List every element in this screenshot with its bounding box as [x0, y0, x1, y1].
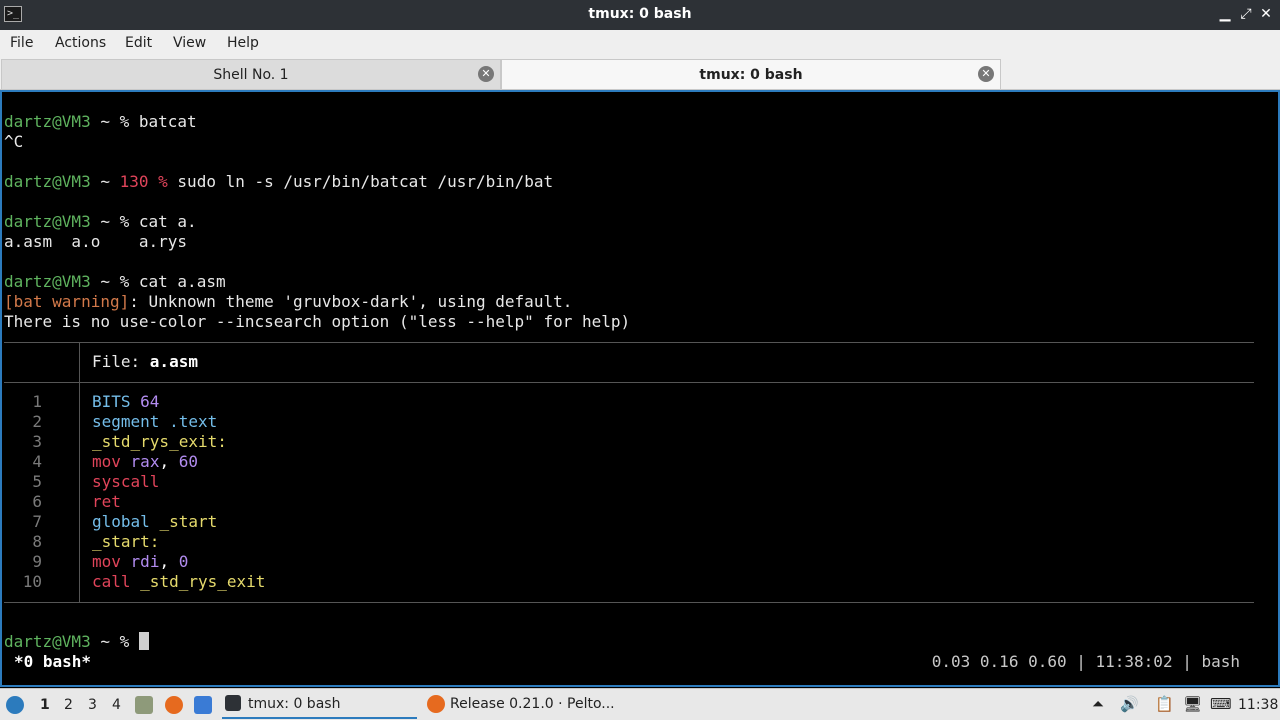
code-line: segment .text — [92, 412, 218, 431]
tray-up-icon[interactable]: ⏶ — [1092, 695, 1104, 713]
task-label: Release 0.21.0 · Pelto... — [450, 696, 615, 712]
tab-bar: Shell No. 1 ✕ tmux: 0 bash ✕ — [0, 58, 1280, 90]
bat-top-rule — [4, 342, 1254, 343]
tmux-window-status: *0 bash* — [14, 652, 92, 671]
line-number: 1 — [32, 392, 42, 411]
line-number: 9 — [32, 552, 42, 571]
menu-view[interactable]: View — [173, 35, 206, 51]
menu-help[interactable]: Help — [227, 35, 259, 51]
workspace-3[interactable]: 3 — [88, 697, 97, 713]
tab-close-icon[interactable]: ✕ — [978, 66, 994, 82]
workspace-1[interactable]: 1 — [40, 697, 50, 713]
workspace-2[interactable]: 2 — [64, 697, 73, 713]
terminal-line: There is no use-color --incsearch option… — [4, 312, 631, 331]
firefox-icon[interactable] — [165, 696, 183, 714]
terminal-icon — [225, 695, 241, 711]
code-line: ret — [92, 492, 121, 511]
tab-shell-no-1[interactable]: Shell No. 1 ✕ — [1, 59, 501, 89]
task-tmux-bash[interactable]: tmux: 0 bash — [222, 691, 417, 719]
tab-label: tmux: 0 bash — [699, 67, 803, 83]
terminal-view[interactable]: dartz@VM3 ~ % batcat ^C dartz@VM3 ~ 130 … — [0, 90, 1280, 687]
code-line: _start: — [92, 532, 160, 551]
line-number: 2 — [32, 412, 42, 431]
menu-file[interactable]: File — [10, 35, 33, 51]
code-line: _std_rys_exit: — [92, 432, 227, 451]
tab-label: Shell No. 1 — [213, 67, 289, 83]
line-number: 7 — [32, 512, 42, 531]
code-line: syscall — [92, 472, 160, 491]
terminal-line: a.asm a.o a.rys — [4, 232, 188, 251]
window-title: tmux: 0 bash — [588, 6, 692, 22]
bat-bottom-rule — [4, 602, 1254, 603]
code-line: call _std_rys_exit — [92, 572, 266, 591]
terminal-cursor — [138, 632, 149, 650]
terminal-line: ^C — [4, 132, 24, 151]
terminal-prompt-line: dartz@VM3 ~ % — [4, 632, 149, 652]
terminal-line: dartz@VM3 ~ 130 % sudo ln -s /usr/bin/ba… — [4, 172, 554, 191]
task-firefox-release[interactable]: Release 0.21.0 · Pelto... — [424, 691, 619, 719]
monitor-icon[interactable]: 🖥 — [1183, 695, 1202, 713]
close-icon[interactable]: ✕ — [1258, 6, 1274, 22]
taskbar: 1 2 3 4 tmux: 0 bash Release 0.21.0 · Pe… — [0, 688, 1280, 720]
tab-close-icon[interactable]: ✕ — [478, 66, 494, 82]
line-number: 5 — [32, 472, 42, 491]
menu-bar: File Actions Edit View Help — [0, 30, 1280, 58]
line-number: 4 — [32, 452, 42, 471]
start-menu-icon[interactable] — [6, 696, 24, 714]
bat-file-header: File: a.asm — [92, 352, 198, 371]
workspace-4[interactable]: 4 — [112, 697, 121, 713]
window-titlebar: >_ tmux: 0 bash ▁ ⤢ ✕ — [0, 0, 1280, 30]
code-line: BITS 64 — [92, 392, 160, 411]
code-line: mov rax, 60 — [92, 452, 198, 471]
bat-warning-line: [bat warning]: Unknown theme 'gruvbox-da… — [4, 292, 573, 311]
firefox-icon — [427, 695, 445, 713]
restore-icon[interactable]: ⤢ — [1238, 6, 1254, 22]
line-number: 8 — [32, 532, 42, 551]
code-line: global _start — [92, 512, 218, 531]
menu-actions[interactable]: Actions — [55, 35, 106, 51]
file-manager-icon[interactable] — [135, 696, 153, 714]
desktop-icon[interactable] — [194, 696, 212, 714]
task-label: tmux: 0 bash — [248, 696, 341, 712]
bat-header-rule — [4, 382, 1254, 383]
clock[interactable]: 11:38 — [1238, 697, 1278, 713]
terminal-line: dartz@VM3 ~ % batcat — [4, 112, 197, 131]
code-line: mov rdi, 0 — [92, 552, 189, 571]
network-icon[interactable]: ⌨ — [1210, 695, 1232, 713]
tmux-right-status: 0.03 0.16 0.60 | 11:38:02 | bash — [931, 652, 1240, 671]
tab-tmux-bash[interactable]: tmux: 0 bash ✕ — [501, 59, 1001, 89]
menu-edit[interactable]: Edit — [125, 35, 152, 51]
line-number: 6 — [32, 492, 42, 511]
line-number: 3 — [32, 432, 42, 451]
clipboard-icon[interactable]: 📋 — [1155, 695, 1174, 713]
line-number: 10 — [22, 572, 42, 591]
terminal-line: dartz@VM3 ~ % cat a.asm — [4, 272, 226, 291]
volume-icon[interactable]: 🔊 — [1120, 695, 1139, 713]
minimize-icon[interactable]: ▁ — [1217, 6, 1233, 22]
terminal-line: dartz@VM3 ~ % cat a. — [4, 212, 197, 231]
